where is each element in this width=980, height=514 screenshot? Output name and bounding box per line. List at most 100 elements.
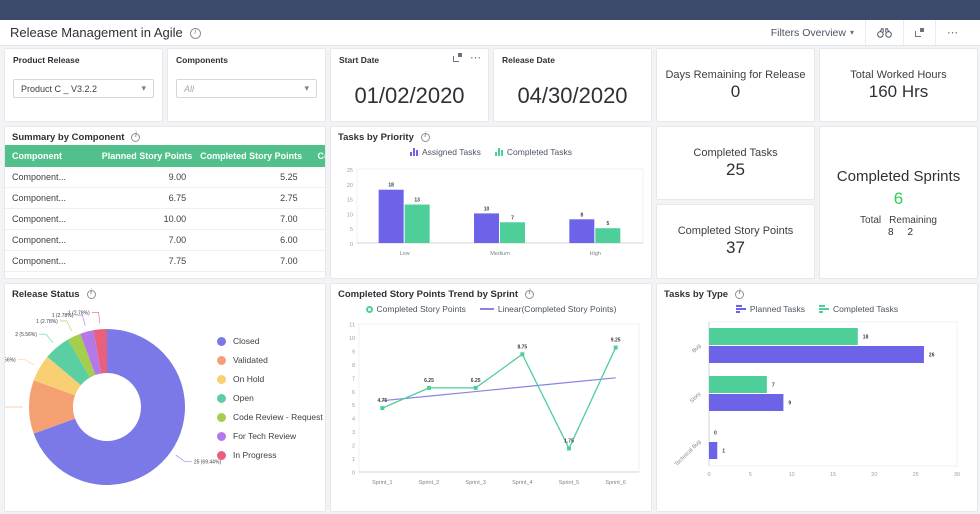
svg-text:0: 0 <box>714 431 717 437</box>
svg-text:Sprint_5: Sprint_5 <box>559 480 580 486</box>
info-icon[interactable] <box>420 132 430 142</box>
info-icon[interactable] <box>86 289 96 299</box>
completed-sprints-subvalues: 8 2 <box>884 227 913 238</box>
legend-item-closed[interactable]: Closed <box>217 336 323 346</box>
cell-percentage: 85 <box>304 229 325 251</box>
svg-text:7: 7 <box>772 383 775 389</box>
legend-label: Linear(Completed Story Points) <box>497 304 617 314</box>
info-icon[interactable] <box>189 27 201 39</box>
more-icon[interactable]: ⋯ <box>470 52 482 63</box>
col-planned-story-points[interactable]: Planned Story Points <box>94 145 194 167</box>
tasks-by-type-card: Tasks by Type Planned Tasks Completed Ta… <box>656 283 978 512</box>
svg-text:1: 1 <box>722 449 725 455</box>
release-status-legend: Closed Validated On Hold Open Code Review - … <box>217 336 323 469</box>
svg-text:5: 5 <box>606 221 609 227</box>
svg-text:26: 26 <box>929 353 935 359</box>
svg-text:Sprint_6: Sprint_6 <box>605 480 626 486</box>
tasks-by-type-title: Tasks by Type <box>664 289 729 300</box>
svg-text:9.25: 9.25 <box>611 338 621 344</box>
summary-by-component-title: Summary by Component <box>12 132 125 143</box>
legend-item-code-review-request[interactable]: Code Review - Request <box>217 412 323 422</box>
chevron-down-icon: ▾ <box>141 83 146 93</box>
svg-text:7: 7 <box>352 376 355 382</box>
release-status-title-row: Release Status <box>5 284 325 302</box>
legend-item-validated[interactable]: Validated <box>217 355 323 365</box>
cell-percentage: 51 <box>304 250 325 272</box>
tasks-by-priority-plot[interactable]: 0 5 10 15 20 25 18 13 Low 10 7 Medium 8 5 High <box>331 157 652 267</box>
col-component[interactable]: Component <box>5 145 95 167</box>
legend-item-completed-story-points[interactable]: Completed Story Points <box>365 304 466 314</box>
legend-item-completed-tasks[interactable]: Completed Tasks <box>494 147 572 157</box>
svg-text:5: 5 <box>350 227 353 233</box>
svg-text:Technical Bug: Technical Bug <box>674 439 702 467</box>
svg-text:25: 25 <box>913 472 919 478</box>
legend-item-assigned-tasks[interactable]: Assigned Tasks <box>410 147 481 157</box>
legend-label: Open <box>233 393 254 403</box>
info-icon[interactable] <box>131 132 141 142</box>
components-select[interactable]: All ▾ <box>176 79 317 98</box>
svg-text:2 (5.56%): 2 (5.56%) <box>15 332 37 338</box>
sprints-total-label: Total <box>860 214 882 226</box>
line-marker-icon <box>365 305 373 313</box>
cell-percentage: 48 <box>304 271 325 275</box>
svg-text:4: 4 <box>352 417 355 423</box>
bar-chart-icon <box>819 305 830 313</box>
release-date-label: Release Date <box>502 55 555 65</box>
start-date-card: Start Date ⋯ 01/02/2020 <box>330 48 489 122</box>
product-release-select[interactable]: Product C _ V3.2.2 ▾ <box>13 79 154 98</box>
col-completion-percentage[interactable]: Completion Percentage <box>304 145 325 167</box>
legend-item-open[interactable]: Open <box>217 393 323 403</box>
svg-text:Story: Story <box>689 391 702 404</box>
cell-completed: 6.00 <box>193 229 305 251</box>
total-worked-hours-value: 160 Hrs <box>868 81 929 101</box>
fullscreen-button[interactable] <box>903 20 935 45</box>
summary-table: Component Planned Story Points Completed… <box>5 145 325 275</box>
svg-text:13: 13 <box>414 198 420 204</box>
tasks-by-type-plot[interactable]: 0 5 10 15 20 25 30 18 26 Bug 7 9 Story 0 1 Technical Bu… <box>657 314 978 504</box>
expand-icon[interactable] <box>453 53 462 62</box>
legend-item-in-progress[interactable]: In Progress <box>217 450 323 460</box>
legend-item-for-tech-review[interactable]: For Tech Review <box>217 431 323 441</box>
tasks-by-type-legend: Planned Tasks Completed Tasks <box>657 304 977 314</box>
page-title: Release Management in Agile <box>10 25 183 40</box>
total-worked-hours-label: Total Worked Hours <box>850 68 947 81</box>
legend-color-swatch <box>217 393 226 403</box>
tasks-by-type-title-row: Tasks by Type <box>657 284 977 302</box>
total-worked-hours-card: Total Worked Hours 160 Hrs <box>819 48 978 122</box>
legend-label: Completed Tasks <box>506 147 572 157</box>
view-binoculars-button[interactable] <box>865 20 903 45</box>
tasks-by-priority-title-row: Tasks by Priority <box>331 127 651 145</box>
legend-color-swatch <box>217 374 226 384</box>
sprints-remaining-label: Remaining <box>889 214 937 226</box>
product-release-label: Product Release <box>13 55 80 65</box>
story-points-trend-plot[interactable]: 0 1 2 3 4 5 6 7 8 9 10 11 Sprint_1 Sprint_2 Sprint_3 Sp… <box>331 314 652 504</box>
info-icon[interactable] <box>525 289 534 299</box>
table-header-row: Component Planned Story Points Completed… <box>5 145 325 167</box>
svg-text:3: 3 <box>352 430 355 436</box>
legend-item-on-hold[interactable]: On Hold <box>217 374 323 384</box>
col-completed-story-points[interactable]: Completed Story Points <box>193 145 305 167</box>
svg-text:2: 2 <box>352 444 355 450</box>
completed-tasks-card: Completed Tasks 25 <box>656 126 815 200</box>
dashboard-app: Release Management in Agile Filters Over… <box>0 0 980 514</box>
completed-story-points-label: Completed Story Points <box>677 225 794 237</box>
info-icon[interactable] <box>735 289 745 299</box>
cell-component: Component... <box>5 167 95 188</box>
svg-text:0: 0 <box>707 472 710 478</box>
svg-text:18: 18 <box>388 183 394 189</box>
more-options-button[interactable]: ⋯ <box>935 20 970 45</box>
legend-color-swatch <box>217 412 226 422</box>
legend-item-completed-tasks[interactable]: Completed Tasks <box>819 304 898 314</box>
svg-text:0: 0 <box>350 242 353 248</box>
sprints-remaining-value: 2 <box>907 226 914 238</box>
legend-item-linear-trend[interactable]: Linear(Completed Story Points) <box>479 304 617 314</box>
legend-label: Planned Tasks <box>749 304 806 314</box>
filters-overview-dropdown[interactable]: Filters Overview ▾ <box>760 20 865 45</box>
legend-label: Completed Story Points <box>376 304 466 314</box>
summary-table-scroll[interactable]: Component Planned Story Points Completed… <box>5 145 325 275</box>
svg-text:Sprint_4: Sprint_4 <box>512 480 533 486</box>
svg-text:15: 15 <box>830 472 836 478</box>
legend-item-planned-tasks[interactable]: Planned Tasks <box>735 304 806 314</box>
svg-text:20: 20 <box>347 183 353 189</box>
svg-text:Sprint_2: Sprint_2 <box>419 480 440 486</box>
